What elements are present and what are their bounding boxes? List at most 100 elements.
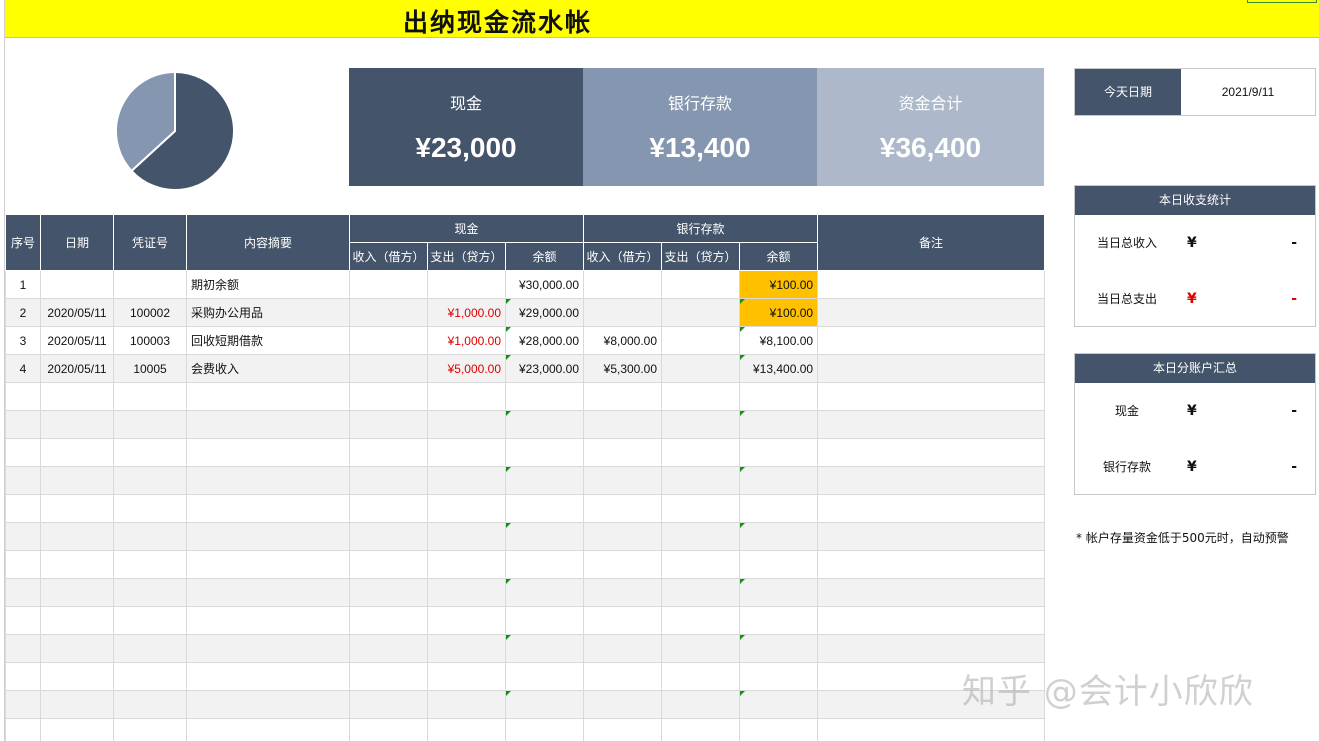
empty-cell[interactable]	[427, 438, 506, 467]
empty-cell[interactable]	[427, 606, 506, 635]
empty-cell[interactable]	[5, 438, 41, 467]
empty-cell[interactable]	[40, 522, 114, 551]
cell-remark[interactable]	[817, 326, 1046, 355]
cell-cash-balance[interactable]: ¥29,000.00	[504, 298, 585, 327]
account-bank-value[interactable]: -	[1291, 439, 1297, 495]
empty-cell[interactable]	[113, 494, 187, 523]
empty-cell[interactable]	[583, 690, 663, 719]
cell-voucher[interactable]	[113, 270, 187, 299]
empty-cell[interactable]	[817, 550, 1046, 579]
empty-cell[interactable]	[504, 718, 585, 741]
empty-cell[interactable]	[504, 662, 585, 691]
empty-cell[interactable]	[349, 690, 428, 719]
empty-cell[interactable]	[427, 466, 506, 495]
empty-cell[interactable]	[427, 550, 506, 579]
empty-cell[interactable]	[349, 578, 428, 607]
empty-cell[interactable]	[661, 634, 741, 663]
cell-cash-balance[interactable]: ¥28,000.00	[504, 326, 585, 355]
empty-cell[interactable]	[427, 522, 506, 551]
header-bank-balance[interactable]: 余额	[739, 242, 819, 271]
cell-date[interactable]	[40, 270, 114, 299]
empty-cell[interactable]	[5, 690, 41, 719]
empty-cell[interactable]	[186, 382, 350, 411]
header-cash-expense[interactable]: 支出（贷方）	[427, 242, 506, 271]
empty-cell[interactable]	[739, 466, 819, 495]
empty-cell[interactable]	[5, 662, 41, 691]
cell-cash-balance[interactable]: ¥30,000.00	[504, 270, 585, 299]
empty-cell[interactable]	[817, 522, 1046, 551]
empty-cell[interactable]	[583, 410, 663, 439]
empty-cell[interactable]	[583, 606, 663, 635]
cell-voucher[interactable]: 100003	[113, 326, 187, 355]
empty-cell[interactable]	[186, 494, 350, 523]
empty-cell[interactable]	[349, 634, 428, 663]
empty-cell[interactable]	[349, 718, 428, 741]
empty-cell[interactable]	[5, 410, 41, 439]
cell-summary[interactable]: 会费收入	[186, 354, 350, 383]
header-date[interactable]: 日期	[40, 214, 114, 271]
cell-seq[interactable]: 3	[5, 326, 41, 355]
empty-cell[interactable]	[40, 578, 114, 607]
empty-cell[interactable]	[504, 550, 585, 579]
empty-cell[interactable]	[817, 438, 1046, 467]
empty-cell[interactable]	[661, 466, 741, 495]
empty-cell[interactable]	[186, 550, 350, 579]
empty-cell[interactable]	[583, 438, 663, 467]
empty-cell[interactable]	[739, 382, 819, 411]
empty-cell[interactable]	[186, 606, 350, 635]
cell-cash-income[interactable]	[349, 298, 428, 327]
empty-cell[interactable]	[113, 466, 187, 495]
today-date-value[interactable]: 2021/9/11	[1181, 69, 1315, 115]
empty-cell[interactable]	[113, 438, 187, 467]
empty-cell[interactable]	[817, 410, 1046, 439]
empty-cell[interactable]	[661, 494, 741, 523]
empty-cell[interactable]	[739, 578, 819, 607]
cell-cash-expense[interactable]: ¥1,000.00	[427, 326, 506, 355]
empty-cell[interactable]	[427, 578, 506, 607]
empty-cell[interactable]	[504, 410, 585, 439]
empty-cell[interactable]	[113, 550, 187, 579]
header-bank-expense[interactable]: 支出（贷方）	[661, 242, 741, 271]
empty-cell[interactable]	[40, 438, 114, 467]
empty-cell[interactable]	[739, 522, 819, 551]
cell-date[interactable]: 2020/05/11	[40, 298, 114, 327]
empty-cell[interactable]	[504, 438, 585, 467]
cell-seq[interactable]: 4	[5, 354, 41, 383]
header-cash-balance[interactable]: 余额	[504, 242, 585, 271]
empty-cell[interactable]	[504, 606, 585, 635]
empty-cell[interactable]	[583, 662, 663, 691]
empty-cell[interactable]	[40, 410, 114, 439]
cell-cash-expense[interactable]	[427, 270, 506, 299]
header-seq[interactable]: 序号	[5, 214, 41, 271]
empty-cell[interactable]	[349, 662, 428, 691]
cell-remark[interactable]	[817, 270, 1046, 299]
empty-cell[interactable]	[40, 382, 114, 411]
empty-cell[interactable]	[817, 494, 1046, 523]
cell-bank-income[interactable]: ¥8,000.00	[583, 326, 663, 355]
empty-cell[interactable]	[113, 634, 187, 663]
empty-cell[interactable]	[661, 578, 741, 607]
empty-cell[interactable]	[40, 634, 114, 663]
cell-bank-balance[interactable]: ¥13,400.00	[739, 354, 819, 383]
empty-cell[interactable]	[186, 578, 350, 607]
empty-cell[interactable]	[661, 382, 741, 411]
cell-summary[interactable]: 回收短期借款	[186, 326, 350, 355]
cell-seq[interactable]: 2	[5, 298, 41, 327]
empty-cell[interactable]	[504, 382, 585, 411]
header-summary[interactable]: 内容摘要	[186, 214, 350, 271]
empty-cell[interactable]	[113, 606, 187, 635]
cell-bank-income[interactable]	[583, 298, 663, 327]
cell-bank-balance[interactable]: ¥8,100.00	[739, 326, 819, 355]
empty-cell[interactable]	[5, 718, 41, 741]
empty-cell[interactable]	[739, 690, 819, 719]
cell-bank-income[interactable]	[583, 270, 663, 299]
empty-cell[interactable]	[186, 438, 350, 467]
cell-voucher[interactable]: 10005	[113, 354, 187, 383]
header-remark[interactable]: 备注	[817, 214, 1046, 271]
empty-cell[interactable]	[5, 550, 41, 579]
cell-cash-expense[interactable]: ¥1,000.00	[427, 298, 506, 327]
empty-cell[interactable]	[504, 578, 585, 607]
empty-cell[interactable]	[661, 606, 741, 635]
cell-bank-expense[interactable]	[661, 270, 741, 299]
empty-cell[interactable]	[739, 662, 819, 691]
